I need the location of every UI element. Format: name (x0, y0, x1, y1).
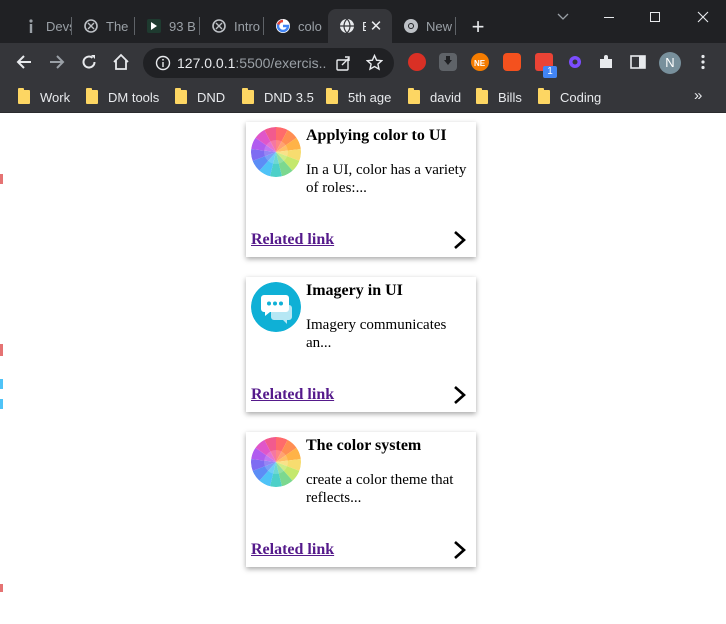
openai-logo-icon (83, 18, 99, 34)
bookmark-dm-tools[interactable]: DM tools (86, 87, 159, 107)
folder-icon (476, 88, 488, 104)
chevron-right-icon[interactable] (452, 539, 468, 561)
share-icon[interactable] (335, 55, 351, 76)
chrome-icon (403, 18, 419, 34)
card-description: In a UI, color has a variety of roles:..… (306, 162, 467, 196)
bookmark-5th-age[interactable]: 5th age (326, 87, 391, 107)
tab-devs[interactable]: Devs (12, 9, 72, 43)
menu-kebab-icon[interactable] (694, 53, 712, 71)
reload-icon[interactable] (77, 50, 101, 74)
tab-search-icon[interactable] (540, 0, 586, 34)
stop-hand-extension-icon[interactable] (408, 53, 426, 71)
google-icon (275, 18, 291, 34)
tab-93[interactable]: 93 B (135, 9, 200, 43)
app-icon (146, 18, 162, 34)
tab-label: colo (298, 18, 322, 34)
chevron-right-icon[interactable] (452, 229, 468, 251)
card-description: Imagery communicates an... (306, 317, 447, 351)
site-info-icon[interactable] (155, 55, 171, 76)
gear-extension-icon[interactable] (566, 53, 584, 71)
back-icon[interactable] (12, 50, 36, 74)
folder-icon (175, 88, 187, 104)
bookmark-bills[interactable]: Bills (476, 87, 522, 107)
card-title: Applying color to UI (306, 127, 447, 144)
tab-strip: Devs The 93 B Intro colo E ✕ (0, 0, 726, 43)
article-card: Applying color to UI In a UI, color has … (246, 122, 476, 257)
related-link[interactable]: Related link (251, 541, 334, 559)
side-panel-icon[interactable] (629, 53, 647, 71)
tab-label: 93 B (169, 18, 196, 34)
ne-extension-icon[interactable]: NE (471, 53, 489, 71)
bookmark-star-icon[interactable] (365, 53, 384, 76)
bookmark-coding[interactable]: Coding (538, 87, 601, 107)
new-tab-button[interactable]: + (466, 15, 490, 39)
chat-bubbles-icon (251, 282, 301, 332)
folder-icon (538, 88, 550, 104)
folder-icon (18, 88, 30, 104)
article-card: Imagery in UI Imagery communicates an...… (246, 277, 476, 412)
close-window-icon[interactable] (680, 0, 726, 34)
openai-logo-icon (211, 18, 227, 34)
related-link[interactable]: Related link (251, 386, 334, 404)
bookmark-dnd[interactable]: DND (175, 87, 225, 107)
tab-label: New (426, 18, 453, 34)
download-extension-icon[interactable] (439, 53, 457, 71)
home-icon[interactable] (109, 50, 133, 74)
tab-new[interactable]: New (392, 9, 456, 43)
tab-intro[interactable]: Intro (200, 9, 264, 43)
minimize-icon[interactable] (586, 0, 632, 34)
more-bookmarks-icon[interactable]: » (694, 87, 702, 104)
bookmark-david[interactable]: david (408, 87, 461, 107)
info-icon (23, 18, 39, 34)
folder-icon (242, 88, 254, 104)
color-wheel-icon (251, 437, 301, 487)
todo-extension-icon[interactable] (503, 53, 521, 71)
article-card: The color system create a color theme th… (246, 432, 476, 567)
tab-label: Devs (46, 18, 72, 34)
browser-toolbar: 127.0.0.1:5500/exercis... NE 1 N (0, 43, 726, 81)
tab-colo[interactable]: colo (264, 9, 328, 43)
card-title: The color system (306, 437, 422, 454)
extensions-puzzle-icon[interactable] (597, 53, 615, 71)
profile-avatar[interactable]: N (659, 52, 681, 74)
tab-the[interactable]: The (72, 9, 135, 43)
related-link[interactable]: Related link (251, 231, 334, 249)
folder-icon (408, 88, 420, 104)
color-wheel-icon (251, 127, 301, 177)
globe-icon (339, 18, 355, 34)
bookmark-dnd-35[interactable]: DND 3.5 (242, 87, 314, 107)
chevron-right-icon[interactable] (452, 384, 468, 406)
card-title: Imagery in UI (306, 282, 403, 299)
tab-active[interactable]: E ✕ (328, 9, 392, 43)
card-description: create a color theme that reflects... (306, 472, 454, 506)
tab-label: Intro (234, 18, 261, 34)
folder-icon (86, 88, 98, 104)
address-bar[interactable]: 127.0.0.1:5500/exercis... (143, 48, 394, 78)
svg-text:NE: NE (474, 59, 486, 68)
extension-badge: 1 (543, 66, 557, 78)
bookmark-work[interactable]: Work (18, 87, 70, 107)
maximize-icon[interactable] (632, 0, 678, 34)
url-text[interactable]: 127.0.0.1:5500/exercis... (177, 55, 327, 71)
left-window-edge (0, 114, 4, 624)
tab-label: The (106, 18, 129, 34)
close-tab-icon[interactable]: ✕ (366, 17, 386, 35)
folder-icon (326, 88, 338, 104)
bookmarks-bar: Work DM tools DND DND 3.5 5th age david … (0, 81, 726, 113)
forward-icon[interactable] (45, 50, 69, 74)
